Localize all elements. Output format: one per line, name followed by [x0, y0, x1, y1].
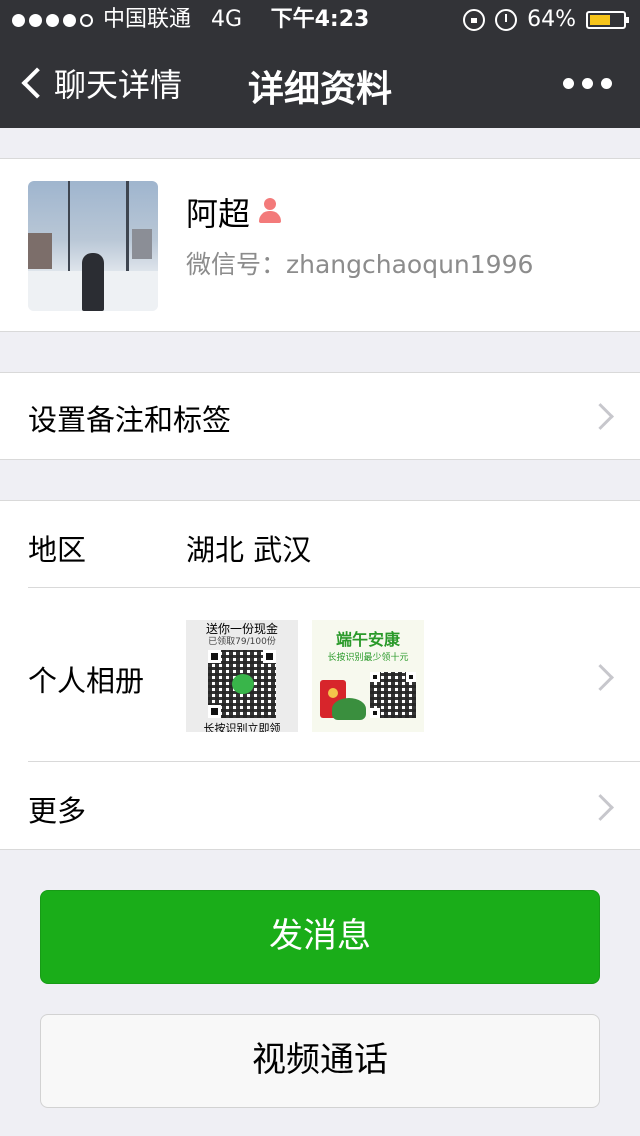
- battery-icon: [586, 11, 629, 29]
- chevron-right-icon: [587, 403, 614, 430]
- album-label: 个人相册: [28, 664, 145, 698]
- qr-code-icon: [370, 672, 416, 718]
- back-button[interactable]: 聊天详情: [18, 60, 182, 106]
- zongzi-icon: [332, 698, 366, 720]
- album-thumbnail: 送你一份现金 已领取79/100份 长按识别立即领: [186, 620, 298, 732]
- chevron-right-icon: [587, 794, 614, 821]
- female-icon: [256, 198, 284, 226]
- more-dots-icon: [563, 78, 574, 89]
- navigation-bar: 聊天详情 详细资料: [0, 40, 640, 128]
- top-bar: 中国联通 4G 下午4:23 64% 聊天详情 详细资料: [0, 0, 640, 128]
- avatar[interactable]: [28, 181, 158, 311]
- chevron-right-icon: [587, 664, 614, 691]
- more-options-button[interactable]: [563, 78, 612, 89]
- status-right: 64%: [463, 0, 629, 40]
- profile-card: 阿超 微信号：zhangchaoqun1996: [0, 158, 640, 332]
- rotation-lock-icon: [463, 9, 486, 31]
- video-call-button[interactable]: 视频通话: [40, 1014, 600, 1108]
- region-value: 湖北 武汉: [186, 533, 312, 567]
- album-thumbnail: 端午安康 长按识别最少领十元: [312, 620, 424, 732]
- region-row: 地区 湖北 武汉: [0, 501, 640, 588]
- send-message-button[interactable]: 发消息: [40, 890, 600, 984]
- alarm-icon: [495, 9, 518, 31]
- qr-code-icon: [208, 650, 276, 718]
- details-section: 地区 湖北 武汉 个人相册 送你一份现金 已领取79/100份 长按识别立即领 …: [0, 500, 640, 850]
- remark-and-tags-row[interactable]: 设置备注和标签: [0, 372, 640, 460]
- profile-name-text: 阿超: [186, 195, 251, 233]
- personal-album-row[interactable]: 个人相册 送你一份现金 已领取79/100份 长按识别立即领 端午安康 长按识别…: [0, 588, 640, 762]
- remark-label: 设置备注和标签: [28, 403, 232, 437]
- profile-name: 阿超: [186, 189, 284, 235]
- wechat-id: 微信号：zhangchaoqun1996: [186, 250, 534, 279]
- region-label: 地区: [28, 533, 87, 567]
- battery-percent: 64%: [527, 7, 576, 32]
- status-bar: 中国联通 4G 下午4:23 64%: [0, 0, 640, 40]
- back-label: 聊天详情: [54, 66, 183, 104]
- chevron-left-icon: [21, 67, 53, 99]
- more-row[interactable]: 更多: [0, 762, 640, 849]
- more-label: 更多: [28, 794, 87, 828]
